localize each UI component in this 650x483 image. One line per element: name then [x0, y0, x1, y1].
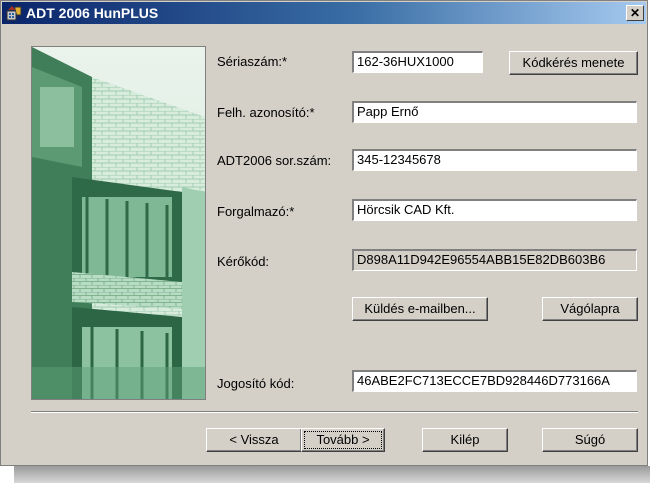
- user-id-input[interactable]: Papp Ernő: [352, 101, 637, 123]
- request-code-field[interactable]: D898A11D942E96554ABB15E82DB603B6: [352, 249, 637, 271]
- close-button[interactable]: ✕: [626, 5, 644, 21]
- adt-serial-label: ADT2006 sor.szám:: [217, 153, 332, 168]
- serial-label: Sériaszám:*: [217, 54, 288, 69]
- title-bar[interactable]: ADT 2006 HunPLUS ✕: [2, 2, 646, 24]
- window-title: ADT 2006 HunPLUS: [26, 5, 159, 21]
- clipboard-button[interactable]: Vágólapra: [542, 297, 638, 321]
- back-button[interactable]: < Vissza: [206, 428, 302, 452]
- adt-serial-input[interactable]: 345-12345678: [352, 149, 637, 171]
- next-button[interactable]: Tovább >: [301, 428, 385, 452]
- separator: [31, 411, 638, 413]
- window-shadow: [14, 466, 650, 483]
- exit-button[interactable]: Kilép: [422, 428, 508, 452]
- help-button[interactable]: Súgó: [542, 428, 638, 452]
- app-icon: [6, 6, 22, 21]
- serial-input[interactable]: 162-36HUX1000: [352, 51, 483, 73]
- code-request-button[interactable]: Kódkérés menete: [509, 51, 638, 75]
- activation-dialog: ADT 2006 HunPLUS ✕ Sériaszám:* 162-36HUX…: [0, 0, 648, 466]
- auth-code-input[interactable]: 46ABE2FC713ECCE7BD928446D773166A: [352, 370, 637, 392]
- distributor-label: Forgalmazó:*: [217, 204, 295, 219]
- send-email-button[interactable]: Küldés e-mailben...: [352, 297, 488, 321]
- building-banner-image: [31, 46, 206, 400]
- auth-code-label: Jogosító kód:: [217, 376, 295, 391]
- close-icon: ✕: [629, 6, 641, 20]
- distributor-input[interactable]: Hörcsik CAD Kft.: [352, 199, 637, 221]
- request-code-label: Kérőkód:: [217, 254, 270, 269]
- user-id-label: Felh. azonosító:*: [217, 105, 315, 120]
